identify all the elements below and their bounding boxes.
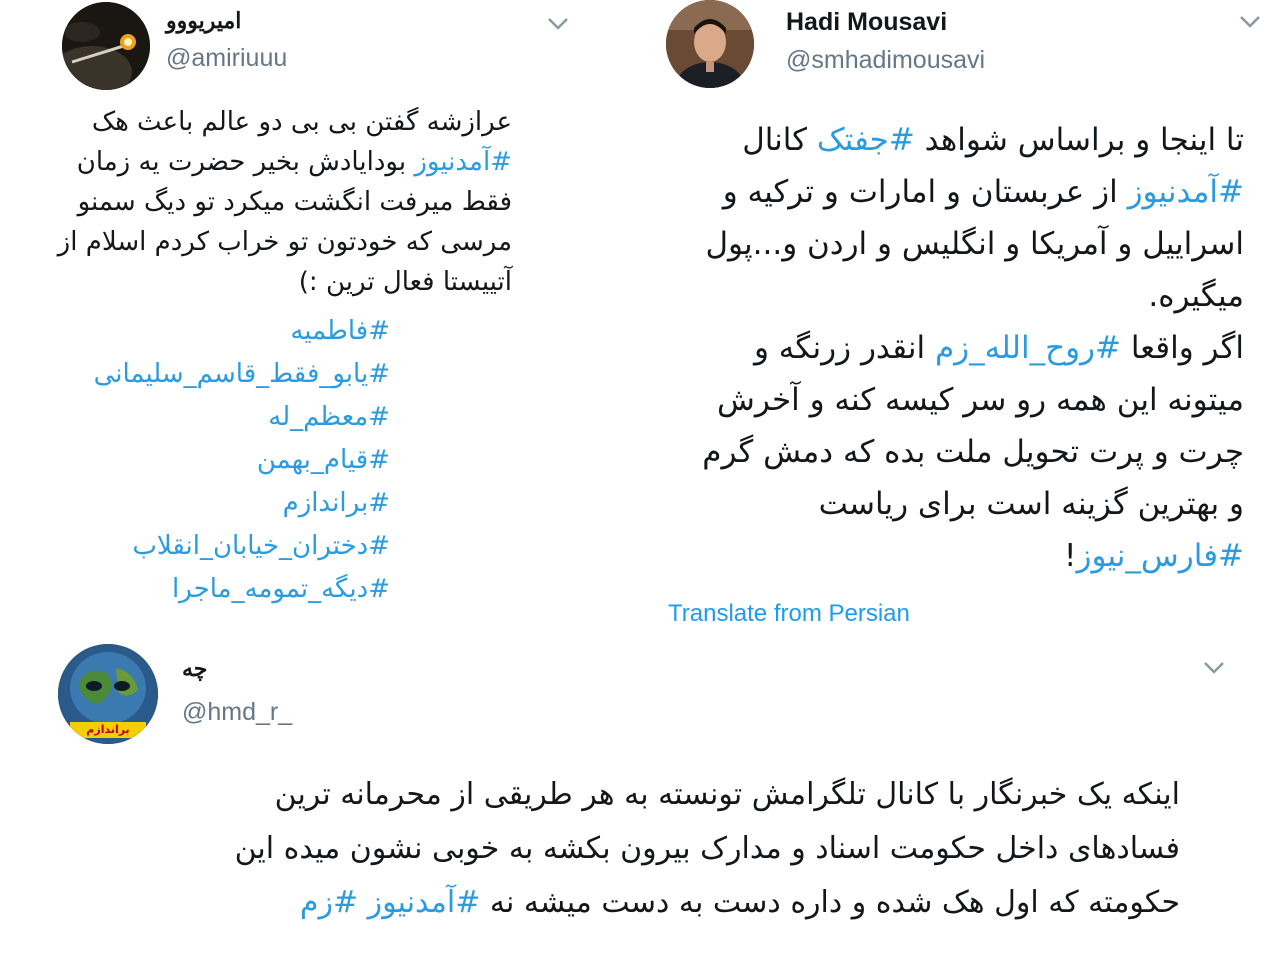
hashtag-link[interactable]: #فاطمیه [94,310,390,353]
text-line: و بهترین گزینه است برای ریاست [818,486,1244,522]
text-line: فقط میرفت انگشت میکرد تو دیگ سمنو [77,187,512,217]
hashtag-list: #فاطمیه #یابو_فقط_قاسم_سلیمانی #معظم_له … [94,310,390,611]
text-line: تا اینجا و براساس شواهد #جفتک کانال [702,114,1244,166]
text-line: #آمدنیوز بودایادش بخیر حضرت یه زمان [58,142,512,182]
text-line: #آمدنیوز از عربستان و امارات و ترکیه و [702,166,1244,218]
avatar-caption: براندازم [86,723,130,736]
user-handle[interactable]: @amiriuuu [166,44,287,73]
text-line: فسادهای داخل حکومت اسناد و مدارک بیرون ب… [234,831,1180,866]
tweet-text: اینکه یک خبرنگار با کانال تلگرامش تونسته… [235,768,1180,930]
text-line: آتییستا فعال ترین :) [298,267,512,297]
hashtag-link[interactable]: #معظم_له [94,396,390,439]
translate-link[interactable]: Translate from Persian [668,600,910,628]
hashtag-link[interactable]: #زم [300,885,358,920]
text-line: مرسی که خودتون تو خراب کردم اسلام از [57,227,512,257]
text-line: میتونه این همه رو سر کیسه کنه و آخرش [717,382,1244,418]
tweet-text: عرازشه گفتن بی بی دو عالم باعث هک #آمدنی… [58,102,512,302]
hashtag-link[interactable]: #روح_الله_زم [935,330,1121,366]
text-fragment: تا اینجا و براساس شواهد [924,122,1244,158]
text-line: عرازشه گفتن بی بی دو عالم باعث هک [91,107,512,137]
user-handle[interactable]: @hmd_r_ [182,698,292,727]
hashtag-link[interactable]: #دیگه_تمومه_ماجرا [94,568,390,611]
text-fragment: از عربستان و امارات و ترکیه و [722,174,1118,210]
text-fragment: کانال [742,122,808,158]
chevron-down-icon[interactable] [546,16,570,32]
text-fragment: حکومته که اول هک شده و داره دست به دست م… [489,885,1180,920]
text-fragment: ! [1064,538,1077,574]
display-name[interactable]: امیریووو [166,8,241,34]
hashtag-link[interactable]: #جفتک [817,122,915,158]
text-line: میگیره. [1148,278,1244,314]
hashtag-link[interactable]: #آمدنیوز [368,885,481,920]
hashtag-link[interactable]: #آمدنیوز [1128,174,1244,210]
display-name[interactable]: چه [182,656,207,682]
hashtag-link[interactable]: #آمدنیوز [414,147,512,177]
text-line: حکومته که اول هک شده و داره دست به دست م… [235,876,1180,930]
chevron-down-icon[interactable] [1202,660,1226,676]
hashtag-link[interactable]: #فارس_نیوز [1076,538,1244,574]
avatar[interactable] [666,0,754,88]
display-name[interactable]: Hadi Mousavi [786,8,947,37]
tweet-smhadimousavi: Hadi Mousavi @smhadimousavi تا اینجا و ب… [620,0,1280,640]
hashtag-link[interactable]: #یابو_فقط_قاسم_سلیمانی [94,353,390,396]
text-fragment: انقدر زرنگه و [753,330,926,366]
hashtag-link[interactable]: #دختران_خیابان_انقلاب [94,525,390,568]
chevron-down-icon[interactable] [1238,14,1262,30]
tweet-hmd-r: براندازم چه @hmd_r_ اینکه یک خبرنگار با … [0,640,1280,960]
user-handle[interactable]: @smhadimousavi [786,46,985,75]
hashtag-link[interactable]: #براندازم [94,482,390,525]
hashtag-link[interactable]: #قیام_بهمن [94,439,390,482]
text-fragment: اگر واقعا [1130,330,1244,366]
text-line: چرت و پرت تحویل ملت بده که دمش گرم [702,434,1244,470]
text-fragment: بودایادش بخیر حضرت یه زمان [76,147,407,177]
avatar[interactable] [62,2,150,90]
tweet-amiriuuu: امیریووو @amiriuuu عرازشه گفتن بی بی دو … [0,0,600,640]
text-line: اسراییل و آمریکا و انگلیس و اردن و...پول [705,226,1244,262]
text-line: #فارس_نیوز! [702,530,1244,582]
text-line: اگر واقعا #روح_الله_زم انقدر زرنگه و [702,322,1244,374]
avatar[interactable]: براندازم [58,644,158,744]
text-line: اینکه یک خبرنگار با کانال تلگرامش تونسته… [274,777,1180,812]
tweet-text: تا اینجا و براساس شواهد #جفتک کانال #آمد… [702,114,1244,582]
